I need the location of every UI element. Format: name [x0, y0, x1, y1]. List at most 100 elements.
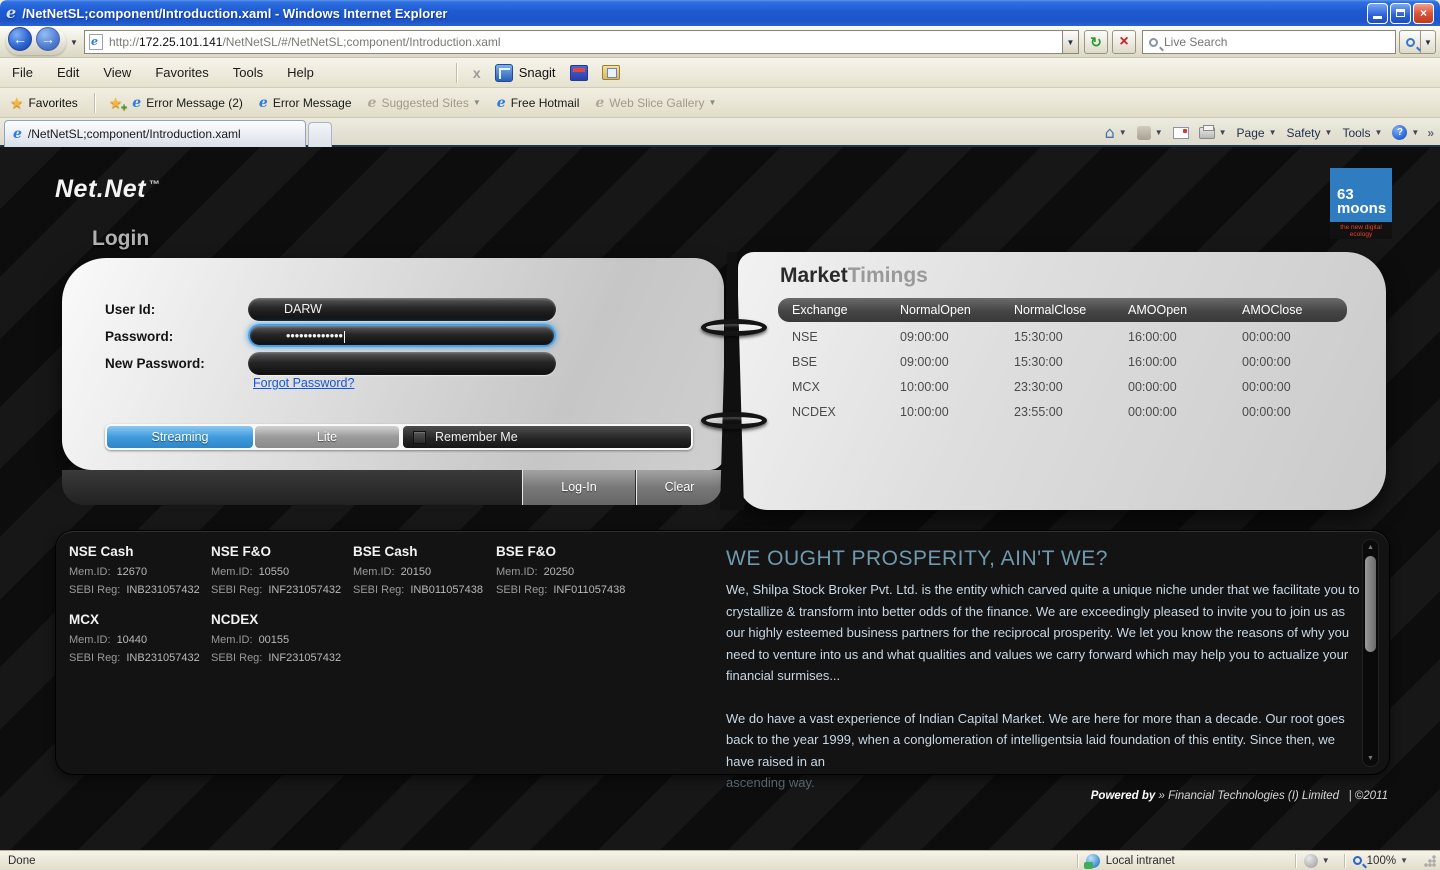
- streaming-mode-button[interactable]: Streaming: [107, 426, 253, 448]
- favorite-free-hotmail[interactable]: eFree Hotmail: [497, 95, 580, 111]
- search-input[interactable]: [1164, 35, 1364, 49]
- chevron-down-icon: ▼: [1269, 128, 1277, 137]
- search-go-button[interactable]: [1399, 30, 1421, 54]
- minimize-button[interactable]: [1367, 3, 1388, 24]
- chevron-down-icon: ▼: [1155, 128, 1163, 137]
- scroll-up-icon[interactable]: ▲: [1363, 544, 1378, 551]
- back-button[interactable]: ←: [8, 27, 32, 51]
- minimize-icon: [1373, 16, 1382, 19]
- menu-tools[interactable]: Tools: [221, 61, 275, 84]
- menu-edit[interactable]: Edit: [45, 61, 91, 84]
- menu-bar: File Edit View Favorites Tools Help x Sn…: [0, 58, 1440, 88]
- ie-favicon: e: [259, 95, 268, 111]
- market-timings-title: MarketTimings: [780, 264, 928, 288]
- tab-bar: e /NetNetSL;component/Introduction.xaml …: [0, 118, 1440, 147]
- table-row: NCDEX10:00:0023:55:0000:00:0000:00:00: [778, 399, 1347, 424]
- favorites-button[interactable]: Favorites: [28, 96, 77, 110]
- read-mail-button[interactable]: [1173, 127, 1189, 139]
- add-favorite-icon[interactable]: ★: [109, 94, 122, 112]
- chevron-down-icon[interactable]: ▼: [1400, 856, 1408, 865]
- stop-button[interactable]: ×: [1112, 30, 1136, 54]
- snagit-icon[interactable]: [495, 64, 513, 82]
- col-amo-open: AMOOpen: [1128, 303, 1242, 317]
- safety-menu[interactable]: Safety▼: [1287, 126, 1333, 140]
- chevron-down-icon: ▼: [1119, 128, 1127, 137]
- menu-help[interactable]: Help: [275, 61, 326, 84]
- netnet-logo: Net.Net™: [55, 175, 161, 204]
- feeds-icon: [1137, 126, 1151, 140]
- ie-favicon: e: [497, 95, 506, 111]
- membership-nse-cash: NSE Cash Mem.ID:12670 SEBI Reg:INB231057…: [69, 544, 219, 602]
- command-bar: ⌂▼ ▼ ▼ Page▼ Safety▼ Tools▼ ?▼ »: [1095, 120, 1434, 145]
- chevron-down-icon: ▼: [473, 98, 481, 107]
- print-button[interactable]: ▼: [1199, 127, 1227, 139]
- password-field[interactable]: •••••••••••••: [248, 324, 556, 347]
- url-field[interactable]: e http://172.25.101.141/NetNetSL/#/NetNe…: [84, 30, 1064, 54]
- refresh-button[interactable]: ↻: [1084, 30, 1108, 54]
- new-password-label: New Password:: [105, 356, 205, 371]
- page-menu[interactable]: Page▼: [1237, 126, 1277, 140]
- browser-window: e /NetNetSL;component/Introduction.xaml …: [0, 0, 1440, 870]
- scrollbar-thumb[interactable]: [1365, 556, 1376, 652]
- zoom-icon[interactable]: [1353, 856, 1362, 865]
- new-password-field[interactable]: [248, 352, 556, 375]
- toolbar-overflow-icon[interactable]: »: [1427, 126, 1434, 140]
- print-icon: [1199, 127, 1215, 139]
- new-tab-stub[interactable]: [308, 122, 332, 147]
- menu-view[interactable]: View: [91, 61, 143, 84]
- live-search-box[interactable]: [1142, 30, 1396, 54]
- window-title: /NetNetSL;component/Introduction.xaml - …: [22, 6, 447, 21]
- favorite-error-message[interactable]: eError Message: [259, 95, 352, 111]
- membership-bse-cash: BSE Cash Mem.ID:20150 SEBI Reg:INB011057…: [353, 544, 503, 602]
- favorite-error-message-2[interactable]: eError Message (2): [132, 95, 243, 111]
- tab-introduction-xaml[interactable]: e /NetNetSL;component/Introduction.xaml: [4, 120, 306, 147]
- restore-button[interactable]: [1390, 3, 1411, 24]
- menu-file[interactable]: File: [0, 61, 45, 84]
- url-dropdown-button[interactable]: ▼: [1062, 30, 1079, 54]
- zoom-level[interactable]: 100%: [1367, 855, 1396, 867]
- user-id-field[interactable]: DARW: [248, 298, 556, 321]
- text-caret: [344, 331, 345, 343]
- login-button[interactable]: Log-In: [522, 470, 635, 505]
- mode-toggle-group: Streaming Lite Remember Me: [105, 424, 693, 450]
- scroll-down-icon[interactable]: ▼: [1363, 755, 1378, 762]
- search-options-button[interactable]: ▼: [1421, 30, 1436, 54]
- about-scrollbar[interactable]: ▲ ▼: [1362, 539, 1379, 767]
- help-button[interactable]: ?▼: [1392, 125, 1419, 140]
- forgot-password-link[interactable]: Forgot Password?: [253, 376, 354, 390]
- history-dropdown-icon[interactable]: ▼: [70, 38, 78, 47]
- snagit-editor-icon[interactable]: [602, 65, 620, 80]
- favorite-web-slice-gallery[interactable]: eWeb Slice Gallery▼: [595, 95, 716, 111]
- binder-ring-icon: [701, 319, 767, 336]
- favorite-suggested-sites[interactable]: eSuggested Sites▼: [368, 95, 481, 111]
- clear-button[interactable]: Clear: [636, 470, 722, 505]
- tools-menu[interactable]: Tools▼: [1342, 126, 1382, 140]
- protected-mode-icon[interactable]: [1304, 854, 1318, 868]
- remember-me-bar[interactable]: Remember Me: [403, 426, 691, 448]
- about-heading: WE OUGHT PROSPERITY, AIN'T WE?: [726, 547, 1366, 571]
- menu-favorites[interactable]: Favorites: [143, 61, 220, 84]
- chevron-down-icon: ▼: [1374, 128, 1382, 137]
- feeds-button[interactable]: ▼: [1137, 126, 1163, 140]
- favorites-separator: [94, 93, 95, 113]
- snagit-close-button[interactable]: x: [463, 65, 491, 81]
- restore-icon: [1396, 9, 1405, 17]
- chevron-down-icon[interactable]: ▼: [1322, 856, 1330, 865]
- tab-label: /NetNetSL;component/Introduction.xaml: [28, 127, 241, 141]
- table-row: BSE09:00:0015:30:0016:00:0000:00:00: [778, 349, 1347, 374]
- lite-mode-button[interactable]: Lite: [255, 426, 399, 448]
- password-label: Password:: [105, 329, 173, 344]
- remember-me-checkbox[interactable]: [413, 431, 426, 444]
- status-text: Done: [8, 855, 36, 867]
- snagit-capture-window-icon[interactable]: [570, 65, 588, 81]
- close-button[interactable]: ×: [1413, 3, 1434, 24]
- home-button[interactable]: ⌂▼: [1105, 123, 1127, 142]
- resize-grip[interactable]: [1424, 855, 1436, 867]
- security-zone-label: Local intranet: [1106, 855, 1175, 867]
- powered-by-footer: Powered by » Financial Technologies (I) …: [1091, 790, 1388, 802]
- intranet-zone-icon: [1086, 854, 1100, 868]
- forward-button[interactable]: →: [36, 27, 60, 51]
- col-normal-open: NormalOpen: [900, 303, 1014, 317]
- membership-bse-fo: BSE F&O Mem.ID:20250 SEBI Reg:INF0110574…: [496, 544, 646, 602]
- snagit-label[interactable]: Snagit: [519, 65, 556, 80]
